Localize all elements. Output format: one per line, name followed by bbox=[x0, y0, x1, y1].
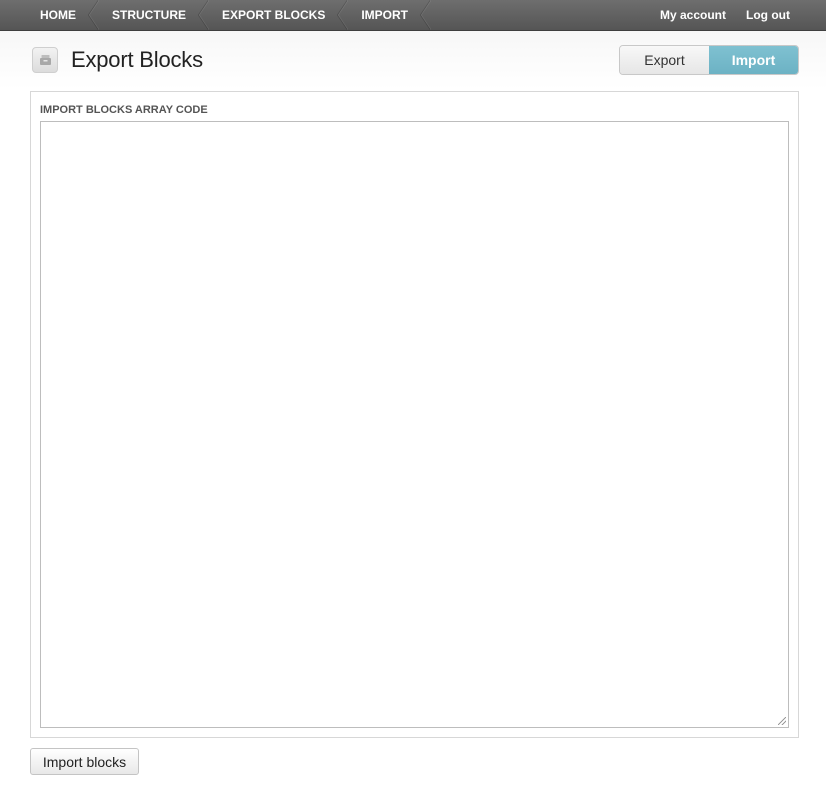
account-links: My account Log out bbox=[660, 0, 790, 30]
page-header: Export Blocks Export Import bbox=[0, 31, 826, 89]
resize-grip-icon[interactable] bbox=[778, 717, 786, 725]
admin-toolbar: HOME STRUCTURE EXPORT BLOCKS IMPORT My a… bbox=[0, 0, 826, 31]
tab-import[interactable]: Import bbox=[709, 46, 798, 74]
import-blocks-button[interactable]: Import blocks bbox=[30, 748, 139, 775]
package-icon bbox=[32, 47, 58, 73]
breadcrumb: HOME STRUCTURE EXPORT BLOCKS IMPORT bbox=[26, 0, 431, 30]
import-code-label: IMPORT BLOCKS ARRAY CODE bbox=[40, 104, 208, 116]
breadcrumb-export-blocks[interactable]: EXPORT BLOCKS bbox=[208, 0, 349, 30]
page-title: Export Blocks bbox=[71, 47, 203, 72]
breadcrumb-import[interactable]: IMPORT bbox=[347, 0, 431, 30]
breadcrumb-structure[interactable]: STRUCTURE bbox=[98, 0, 209, 30]
import-form-wrapper: IMPORT BLOCKS ARRAY CODE bbox=[30, 91, 799, 738]
tab-export[interactable]: Export bbox=[620, 46, 709, 74]
breadcrumb-home[interactable]: HOME bbox=[26, 0, 99, 30]
import-code-textarea[interactable] bbox=[40, 121, 789, 728]
my-account-link[interactable]: My account bbox=[660, 0, 726, 30]
log-out-link[interactable]: Log out bbox=[746, 0, 790, 30]
primary-tabs: Export Import bbox=[619, 45, 799, 75]
